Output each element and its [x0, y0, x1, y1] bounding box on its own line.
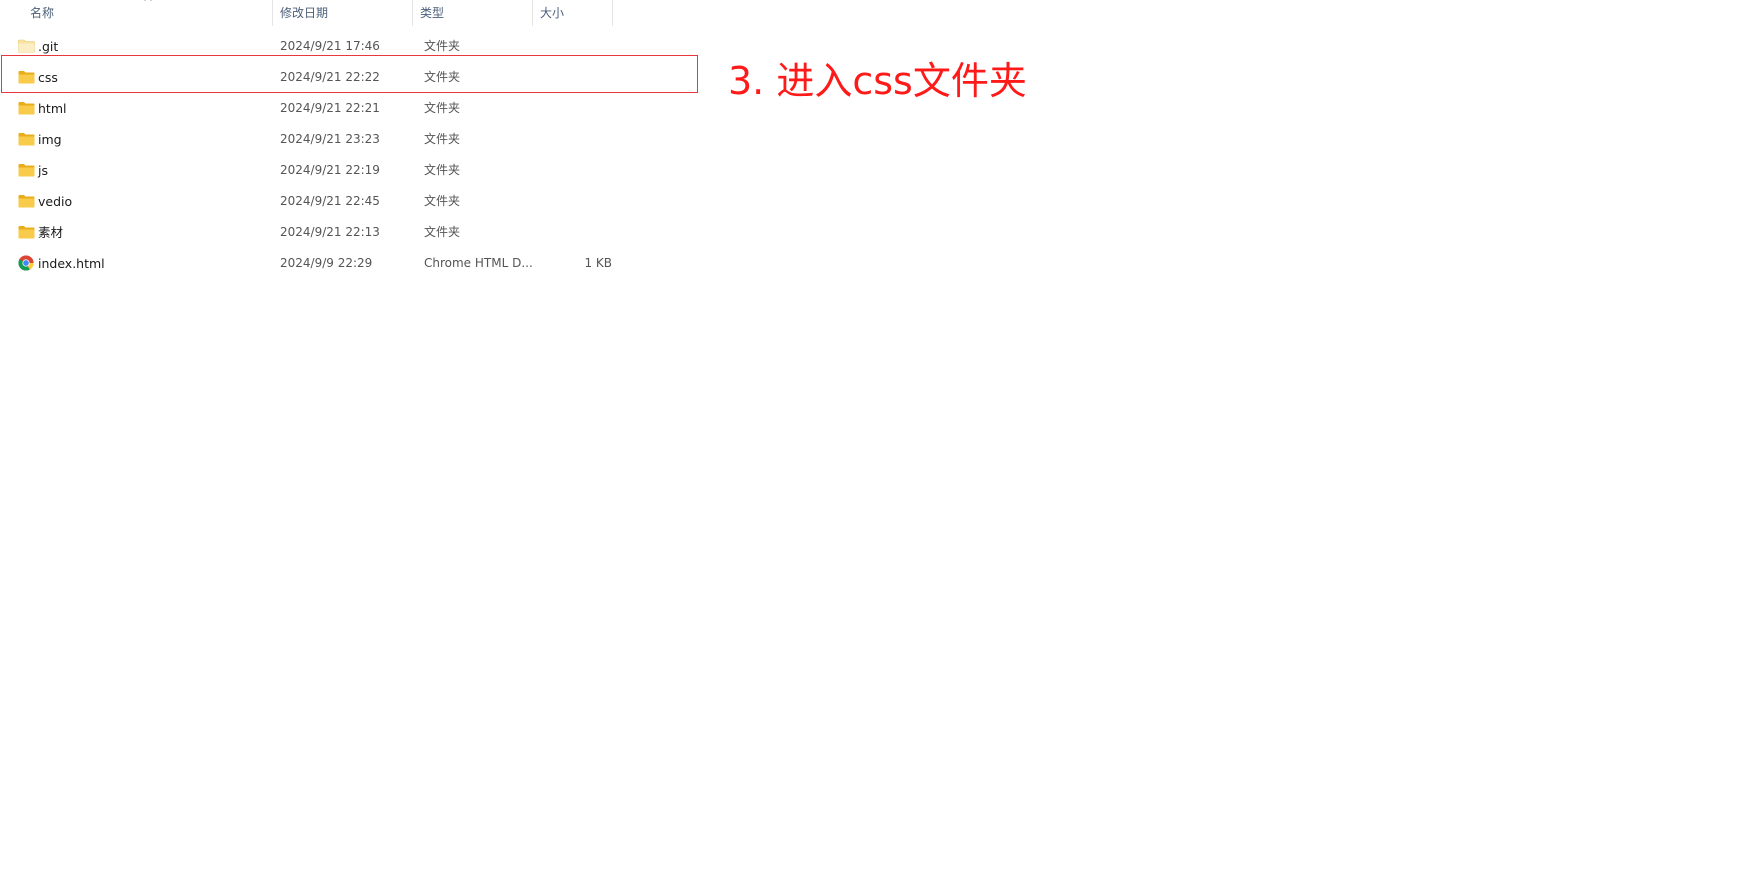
- file-size: [540, 217, 612, 248]
- folder-icon: [18, 133, 35, 146]
- column-header-size[interactable]: 大小: [534, 0, 612, 26]
- file-size: [540, 155, 612, 186]
- column-header-date[interactable]: 修改日期: [274, 0, 412, 26]
- file-name: html: [38, 101, 67, 116]
- file-row-html[interactable]: html 2024/9/21 22:21 文件夹: [0, 93, 620, 124]
- folder-icon: [18, 226, 35, 239]
- column-header-type[interactable]: 类型: [414, 0, 532, 26]
- file-row-img[interactable]: img 2024/9/21 23:23 文件夹: [0, 124, 620, 155]
- folder-icon: [18, 102, 35, 115]
- file-type: 文件夹: [424, 225, 461, 239]
- name-cell: 素材: [18, 217, 268, 248]
- column-divider[interactable]: [612, 0, 613, 26]
- file-size: [540, 124, 612, 155]
- modified-date: 2024/9/21 22:13: [280, 225, 380, 239]
- file-row-vedio[interactable]: vedio 2024/9/21 22:45 文件夹: [0, 186, 620, 217]
- file-name: vedio: [38, 194, 73, 209]
- modified-date: 2024/9/9 22:29: [280, 256, 373, 270]
- column-divider[interactable]: [532, 0, 533, 26]
- file-size: [540, 186, 612, 217]
- file-size: 1 KB: [584, 256, 612, 270]
- file-row-js[interactable]: js 2024/9/21 22:19 文件夹: [0, 155, 620, 186]
- file-type: 文件夹: [424, 194, 461, 208]
- column-divider[interactable]: [272, 0, 273, 26]
- column-divider[interactable]: [412, 0, 413, 26]
- file-name: 素材: [38, 225, 64, 240]
- modified-date: 2024/9/21 22:19: [280, 163, 380, 177]
- file-name: img: [38, 132, 62, 147]
- file-type: Chrome HTML D...: [424, 256, 533, 270]
- file-name: js: [38, 163, 48, 178]
- css-row-highlight-box: [1, 55, 698, 93]
- name-cell: html: [18, 93, 268, 124]
- file-row-sucai[interactable]: 素材 2024/9/21 22:13 文件夹: [0, 217, 620, 248]
- name-cell: js: [18, 155, 268, 186]
- modified-date: 2024/9/21 22:45: [280, 194, 380, 208]
- instruction-annotation: 3. 进入css文件夹: [728, 59, 1027, 103]
- folder-icon: [18, 164, 35, 177]
- file-type: 文件夹: [424, 101, 461, 115]
- modified-date: 2024/9/21 23:23: [280, 132, 380, 146]
- file-row-index-html[interactable]: index.html 2024/9/9 22:29 Chrome HTML D.…: [0, 248, 620, 279]
- file-size: [540, 93, 612, 124]
- file-type: 文件夹: [424, 132, 461, 146]
- folder-icon: [18, 195, 35, 208]
- chrome-icon: [18, 255, 34, 271]
- name-cell: index.html: [18, 248, 268, 279]
- file-type: 文件夹: [424, 163, 461, 177]
- file-name: index.html: [38, 256, 105, 271]
- name-cell: img: [18, 124, 268, 155]
- column-header-bar: 名称 ^ 修改日期 类型 大小: [0, 0, 620, 26]
- modified-date: 2024/9/21 22:21: [280, 101, 380, 115]
- sort-ascending-icon: ^: [143, 0, 154, 9]
- folder-icon: [18, 39, 35, 53]
- name-cell: vedio: [18, 186, 268, 217]
